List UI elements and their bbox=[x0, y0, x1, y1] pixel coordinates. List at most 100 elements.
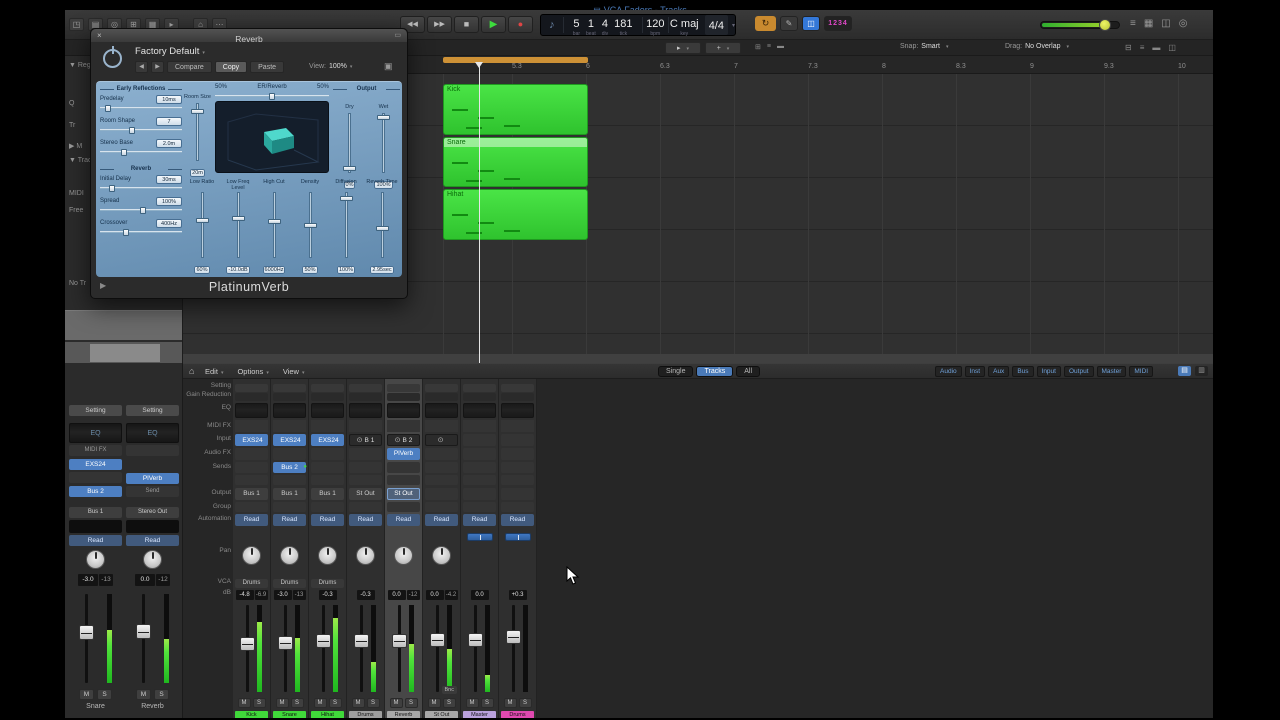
channel-name[interactable]: Snare bbox=[273, 711, 306, 718]
mute-button[interactable]: M bbox=[389, 698, 403, 708]
slider-handle[interactable] bbox=[195, 217, 209, 223]
channel-vca-assignment[interactable]: Drums bbox=[235, 579, 268, 588]
tracks-toolbar-icon[interactable]: ⊞ bbox=[755, 43, 761, 51]
channel-pan[interactable] bbox=[273, 528, 306, 577]
next-preset-button[interactable]: ▶ bbox=[151, 61, 164, 73]
toolbar-right-icon[interactable]: ◫ bbox=[1161, 18, 1170, 29]
param-slider[interactable] bbox=[100, 206, 182, 214]
channel-audiofx-slot[interactable] bbox=[273, 448, 306, 460]
channel-fader[interactable]: Bnc bbox=[425, 602, 458, 695]
channel-sends[interactable] bbox=[425, 462, 458, 486]
toolbar-right-icon[interactable]: ◎ bbox=[1179, 18, 1188, 29]
mixer-channel[interactable]: Read +0.3 MS Drums bbox=[499, 379, 537, 718]
channel-setting-slot[interactable] bbox=[387, 384, 420, 392]
forward-button[interactable]: ▶▶ bbox=[427, 16, 452, 33]
mixer-channel[interactable]: ⊙ B 1 St Out Read -0.3 MS Drums bbox=[347, 379, 385, 718]
channel-fader[interactable] bbox=[387, 602, 420, 695]
pencil-icon[interactable]: ✎ bbox=[780, 16, 798, 31]
channel-setting-slot[interactable] bbox=[273, 384, 306, 392]
toolbar-right-icon[interactable]: ▦ bbox=[1144, 18, 1153, 29]
inspector-item[interactable]: Tr bbox=[69, 122, 75, 129]
strip-midifx-slot[interactable] bbox=[126, 445, 179, 456]
slider-handle[interactable] bbox=[139, 207, 146, 214]
mute-button[interactable]: M bbox=[237, 698, 251, 708]
send-slot[interactable] bbox=[501, 462, 534, 473]
strip-eq-display[interactable]: EQ bbox=[126, 423, 179, 443]
channel-fader[interactable] bbox=[311, 602, 344, 695]
strip-output-slot[interactable]: Bus 1 bbox=[69, 507, 122, 518]
channel-audiofx-slot[interactable] bbox=[235, 448, 268, 460]
channel-input-slot[interactable] bbox=[501, 434, 534, 446]
channel-setting-slot[interactable] bbox=[349, 384, 382, 392]
channel-eq-display[interactable] bbox=[273, 403, 306, 418]
solo-button[interactable]: S bbox=[154, 689, 169, 700]
mixer-filter-button[interactable]: Bus bbox=[1012, 366, 1034, 377]
strip-eq-display[interactable]: EQ bbox=[69, 423, 122, 443]
pan-knob[interactable] bbox=[280, 546, 299, 565]
channel-midifx-slot[interactable] bbox=[387, 420, 420, 432]
channel-group-slot[interactable] bbox=[273, 502, 306, 512]
slider-handle[interactable] bbox=[105, 105, 112, 112]
snap-menu[interactable]: Snap: Smart bbox=[900, 43, 948, 50]
solo-button[interactable]: S bbox=[252, 698, 266, 708]
channel-midifx-slot[interactable] bbox=[501, 420, 534, 432]
mixer-filter-button[interactable]: Aux bbox=[988, 366, 1010, 377]
channel-output-slot[interactable] bbox=[463, 488, 496, 500]
channel-midifx-slot[interactable] bbox=[349, 420, 382, 432]
channel-sends[interactable]: Bus 2 ● bbox=[273, 462, 307, 486]
channel-input-slot[interactable]: EXS24 bbox=[311, 434, 344, 446]
channel-input-slot[interactable] bbox=[463, 434, 496, 446]
channel-midifx-slot[interactable] bbox=[425, 420, 458, 432]
send-slot[interactable] bbox=[235, 475, 268, 485]
mute-button[interactable]: M bbox=[427, 698, 441, 708]
mixer-menu[interactable]: Options bbox=[237, 367, 268, 376]
plugin-titlebar[interactable]: × Reverb ▭ bbox=[91, 29, 407, 44]
channel-group-slot[interactable] bbox=[311, 502, 344, 512]
param-value[interactable]: -10.0dB bbox=[226, 266, 250, 274]
key-display[interactable]: C maj key bbox=[669, 14, 700, 37]
mixer-layout-icon[interactable]: ▤ bbox=[1178, 366, 1191, 376]
time-signature[interactable]: 4/4 bbox=[704, 15, 728, 35]
strip-audiofx-slot[interactable] bbox=[69, 472, 122, 483]
fader-cap[interactable] bbox=[136, 623, 151, 639]
channel-sends[interactable] bbox=[463, 462, 496, 486]
channel-fader[interactable] bbox=[463, 602, 496, 695]
solo-button[interactable]: S bbox=[366, 698, 380, 708]
channel-output-slot[interactable] bbox=[425, 488, 458, 500]
track-header-block[interactable] bbox=[65, 310, 182, 340]
fader-cap[interactable] bbox=[240, 637, 255, 652]
param-slider[interactable] bbox=[342, 113, 358, 173]
solo-button[interactable]: S bbox=[404, 698, 418, 708]
slider-handle[interactable] bbox=[231, 216, 245, 222]
toolbar-icon[interactable]: ◳ bbox=[69, 18, 84, 31]
fader-cap[interactable] bbox=[79, 625, 94, 641]
send-slot[interactable] bbox=[463, 475, 496, 485]
midi-region[interactable]: Hihat bbox=[443, 189, 588, 240]
strip-pan[interactable] bbox=[126, 548, 179, 571]
volume-knob[interactable] bbox=[1098, 19, 1111, 31]
midi-region[interactable]: Snare bbox=[443, 137, 588, 187]
channel-midifx-slot[interactable] bbox=[273, 420, 306, 432]
channel-fader[interactable] bbox=[235, 602, 268, 695]
close-icon[interactable]: × bbox=[97, 29, 102, 42]
channel-audiofx-slot[interactable] bbox=[501, 448, 534, 460]
channel-eq-display[interactable] bbox=[349, 403, 382, 418]
channel-group-slot[interactable] bbox=[463, 502, 496, 512]
mute-button[interactable]: M bbox=[275, 698, 289, 708]
strip-instrument-slot[interactable]: EXS24 bbox=[69, 459, 122, 470]
solo-button[interactable]: S bbox=[97, 689, 112, 700]
mixer-view-button[interactable]: All bbox=[736, 366, 760, 377]
channel-name[interactable]: Kick bbox=[235, 711, 268, 718]
mixer-menu[interactable]: Edit bbox=[205, 367, 223, 376]
channel-audiofx-slot[interactable] bbox=[463, 448, 496, 460]
tracks-toolbar-icon[interactable]: ▬ bbox=[777, 43, 784, 51]
channel-name[interactable]: Drums bbox=[501, 711, 534, 718]
send-level-dot[interactable]: ● bbox=[303, 464, 307, 470]
previous-preset-button[interactable]: ◀ bbox=[135, 61, 148, 73]
channel-vca-assignment[interactable] bbox=[387, 579, 420, 588]
fader-cap[interactable] bbox=[430, 632, 445, 647]
slider-handle[interactable] bbox=[122, 229, 129, 236]
channel-pan[interactable] bbox=[501, 528, 534, 577]
fader-cap[interactable] bbox=[392, 634, 407, 649]
mute-button[interactable]: M bbox=[351, 698, 365, 708]
